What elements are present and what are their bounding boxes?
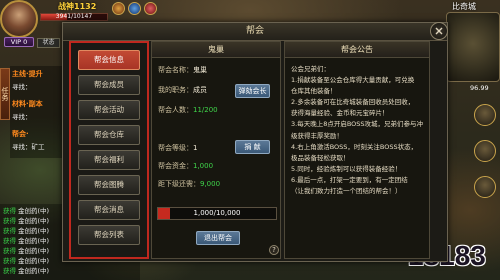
chat-text: 金创药(中) — [18, 207, 50, 215]
chat-text: 金创药(中) — [18, 227, 50, 235]
tab-guild-info[interactable]: 帮会信息 — [78, 50, 140, 70]
guild-name-label: 帮会名称： — [158, 66, 193, 74]
level-value: 1 — [193, 144, 198, 152]
progress-text: 1,000/10,000 — [193, 209, 241, 217]
hud-button-icon[interactable] — [474, 176, 496, 198]
quit-guild-button[interactable]: 退出帮会 — [196, 231, 240, 245]
guild-notice-header: 帮会公告 — [285, 42, 429, 58]
notice-line: 获得海量经验、金币和元宝碎片！ — [291, 109, 389, 118]
chat-tag: 获得 — [3, 207, 16, 215]
buff-icon[interactable] — [128, 2, 141, 15]
funds-value: 1,000 — [193, 162, 214, 170]
quest-tab[interactable]: 任务 — [0, 68, 10, 120]
player-avatar[interactable] — [0, 0, 38, 38]
help-icon[interactable] — [269, 245, 279, 255]
members-value: 11/200 — [193, 106, 218, 114]
notice-line: 6.最后一点，打架一定要到，有一定团结 — [291, 175, 408, 184]
funds-label: 帮会资金： — [158, 162, 193, 170]
chat-tag: 获得 — [3, 257, 16, 265]
tab-guild-totem[interactable]: 帮会图腾 — [78, 175, 140, 195]
tab-guild-list[interactable]: 帮会列表 — [78, 225, 140, 245]
chat-tag: 获得 — [3, 227, 16, 235]
quest-item[interactable]: 材料·副本寻找： — [12, 99, 60, 129]
hp-bar: 3941/10147 — [40, 13, 108, 21]
notice-line: 4.右上角激活BOSS，时刻关注BOSS状态， — [291, 142, 418, 151]
close-icon-glyph — [435, 27, 443, 35]
quest-desc: 寻找： — [12, 83, 32, 91]
guild-notice-panel: 帮会公告 公会兄弟们： 1.捐献装备至公会仓库得大量贡献，可兑换 仓库其他装备！ 2.… — [284, 41, 430, 259]
tab-guild-members[interactable]: 帮会成员 — [78, 75, 140, 95]
funds-row: 帮会资金：1,000 — [158, 162, 213, 171]
notice-line: 3.每天晚上8点开启BOSS攻城，兄弟们参与冲 — [291, 120, 424, 129]
notice-line: 2.多余装备可在比奇城装备回收员处回收， — [291, 98, 415, 107]
role-value: 成员 — [193, 86, 207, 94]
tab-guild-activity[interactable]: 帮会活动 — [78, 100, 140, 120]
notice-line: （让我们致力打造一个团结的帮会！） — [291, 187, 402, 196]
quest-title: 帮会· — [12, 130, 29, 138]
player-name: 战神1132 — [58, 2, 97, 11]
chat-tag: 获得 — [3, 267, 16, 275]
chat-text: 金创药(中) — [18, 237, 50, 245]
status-button[interactable]: 状态 — [37, 38, 60, 48]
notice-line: 级获得丰厚奖励！ — [291, 131, 343, 140]
minimap[interactable] — [446, 12, 500, 82]
chat-text: 金创药(中) — [18, 217, 50, 225]
guild-name-value: 鬼巢 — [193, 66, 207, 74]
map-name: 比奇城 — [452, 2, 476, 11]
buff-icon[interactable] — [144, 2, 157, 15]
quest-title: 主线·提升 — [12, 70, 43, 78]
role-row: 我的职务：成员 — [158, 86, 207, 95]
guild-info-header: 鬼巢 — [152, 42, 280, 58]
quest-desc: 寻找：矿工 — [12, 143, 45, 151]
notice-line: 极品装备轻松获取！ — [291, 153, 350, 162]
chat-text: 金创药(中) — [18, 247, 50, 255]
vip-badge[interactable]: VIP 0 — [4, 37, 34, 47]
next-level-row: 距下级还需：9,000 — [158, 180, 220, 189]
chat-text: 金创药(中) — [18, 267, 50, 275]
guild-name-row: 帮会名称：鬼巢 — [158, 66, 207, 75]
members-label: 帮会人数： — [158, 106, 193, 114]
chat-text: 金创药(中) — [18, 257, 50, 265]
notice-line: 1.捐献装备至公会仓库得大量贡献，可兑换 — [291, 76, 415, 85]
quest-title: 材料·副本 — [12, 100, 43, 108]
quest-item[interactable]: 帮会· 寻找：矿工 — [12, 129, 60, 158]
hud-button-icon[interactable] — [474, 104, 496, 126]
next-level-value: 9,000 — [200, 180, 221, 188]
notice-line: 仓库其他装备！ — [291, 87, 337, 96]
chat-tag: 获得 — [3, 237, 16, 245]
guild-notice-body: 公会兄弟们： 1.捐献装备至公会仓库得大量贡献，可兑换 仓库其他装备！ 2.多余装备可… — [285, 58, 429, 197]
quest-desc: 寻找： — [12, 113, 32, 121]
next-level-label: 距下级还需： — [158, 180, 200, 188]
hud-button-icon[interactable] — [474, 140, 496, 162]
donate-button[interactable]: 捐 献 — [235, 140, 270, 154]
guild-info-panel: 鬼巢 帮会名称：鬼巢 我的职务：成员 弹劾会长 帮会人数：11/200 帮会等级… — [151, 41, 281, 259]
notice-line: 5.同时，经验炼制可以获得装备经验！ — [291, 164, 402, 173]
members-row: 帮会人数：11/200 — [158, 106, 218, 115]
map-coords: 96.99 — [470, 84, 489, 92]
tab-guild-warehouse[interactable]: 帮会仓库 — [78, 125, 140, 145]
chat-tag: 获得 — [3, 247, 16, 255]
guild-exp-progress: 1,000/10,000 — [157, 207, 277, 220]
dialog-titlebar: 帮会 — [63, 23, 447, 41]
impeach-leader-button[interactable]: 弹劾会长 — [235, 84, 270, 98]
role-label: 我的职务： — [158, 86, 193, 94]
guild-nav: 帮会信息帮会成员帮会活动帮会仓库帮会福利帮会图腾帮会消息帮会列表 — [69, 41, 149, 259]
hp-text: 3941/10147 — [55, 13, 93, 20]
level-row: 帮会等级：1 — [158, 144, 197, 153]
guild-dialog: 帮会 帮会信息帮会成员帮会活动帮会仓库帮会福利帮会图腾帮会消息帮会列表 鬼巢 帮… — [62, 22, 448, 262]
dialog-title: 帮会 — [245, 26, 264, 36]
tab-guild-welfare[interactable]: 帮会福利 — [78, 150, 140, 170]
close-icon[interactable] — [430, 22, 448, 40]
notice-line: 公会兄弟们： — [291, 65, 330, 73]
buff-icon[interactable] — [112, 2, 125, 15]
chat-tag: 获得 — [3, 217, 16, 225]
chat-line: 获得 金创药(中) — [3, 266, 137, 276]
tab-guild-messages[interactable]: 帮会消息 — [78, 200, 140, 220]
level-label: 帮会等级： — [158, 144, 193, 152]
quest-panel[interactable]: 主线·提升 寻找： 材料·副本 寻找： 帮会· 寻找：矿工 — [10, 66, 62, 158]
quest-item[interactable]: 主线·提升寻找： — [12, 69, 60, 99]
